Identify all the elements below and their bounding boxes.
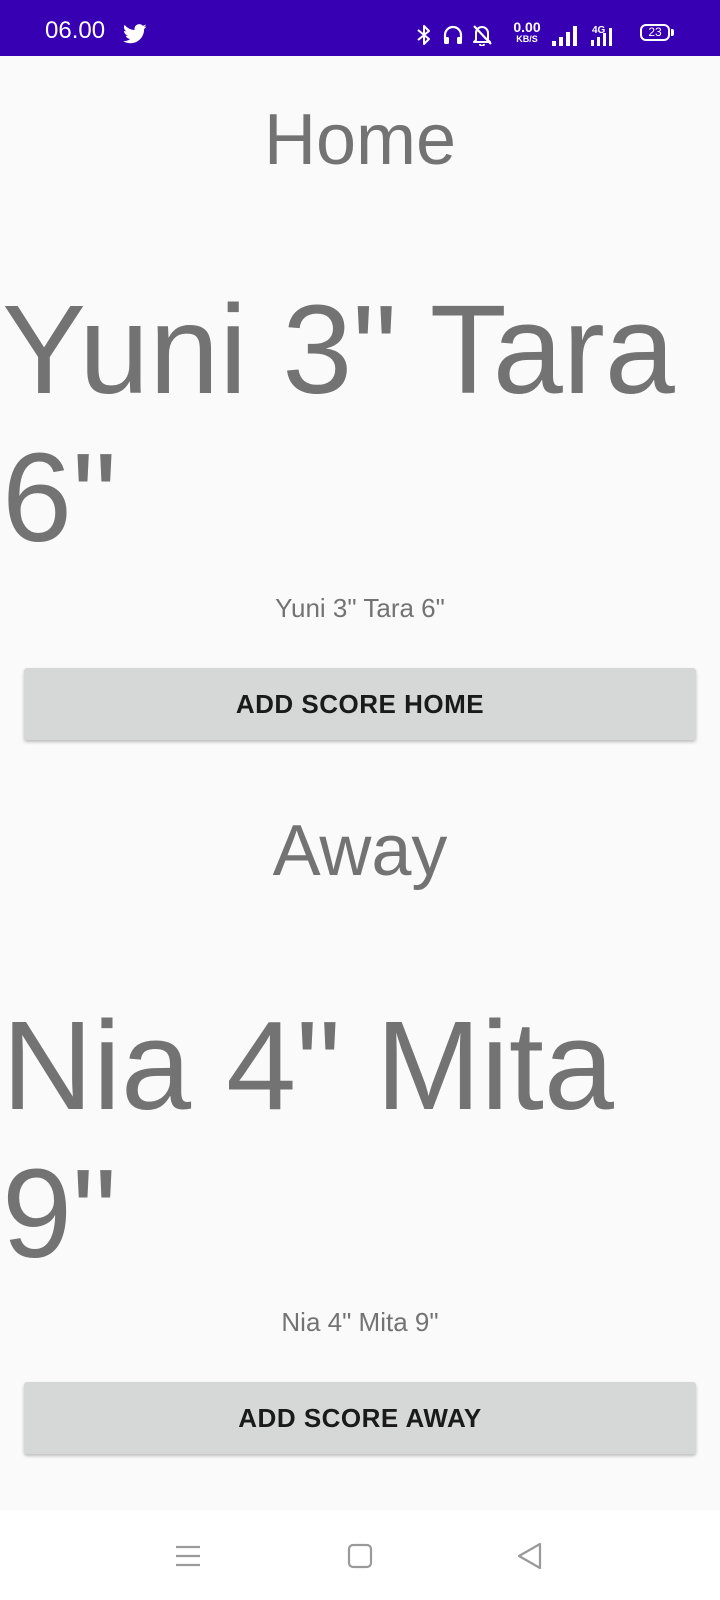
menu-icon[interactable] xyxy=(164,1532,212,1580)
headphones-icon xyxy=(443,25,463,44)
battery-tip xyxy=(671,29,674,36)
status-time: 06.00 xyxy=(45,17,106,44)
main-content: Home Yuni 3" Tara 6" Yuni 3" Tara 6" ADD… xyxy=(0,56,720,1510)
navigation-bar xyxy=(0,1510,720,1600)
battery-icon: 23 xyxy=(640,24,670,41)
status-bar: 06.00 0.00 KB/S 4G 23 xyxy=(0,0,720,56)
home-score-small: Yuni 3" Tara 6" xyxy=(275,593,445,623)
back-triangle-icon[interactable] xyxy=(506,1532,554,1580)
network-speed: 0.00 KB/S xyxy=(510,20,544,44)
bluetooth-icon xyxy=(417,25,430,45)
twitter-icon xyxy=(123,24,147,44)
home-title: Home xyxy=(263,100,457,180)
network-speed-unit: KB/S xyxy=(516,34,538,44)
network-speed-value: 0.00 xyxy=(513,19,541,35)
away-score-large: Nia 4" Mita 9" xyxy=(2,995,614,1284)
add-score-home-button[interactable]: ADD SCORE HOME xyxy=(24,668,696,740)
bell-off-icon xyxy=(473,25,492,46)
away-score-small: Nia 4" Mita 9" xyxy=(281,1307,439,1337)
add-score-away-button[interactable]: ADD SCORE AWAY xyxy=(24,1382,696,1454)
signal-4g-icon: 4G xyxy=(591,25,612,46)
home-score-large: Yuni 3" Tara 6" xyxy=(2,279,675,568)
signal-icon xyxy=(552,26,577,46)
home-square-icon[interactable] xyxy=(336,1532,384,1580)
away-title: Away xyxy=(272,811,448,891)
